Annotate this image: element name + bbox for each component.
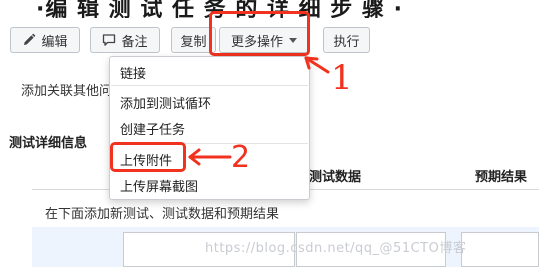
column-header-test-data: 测试数据 — [309, 170, 362, 185]
pencil-icon — [22, 33, 36, 47]
section-title: 测试详细信息 — [9, 136, 88, 151]
menu-item-create-subtask[interactable]: 创建子任务 — [120, 119, 185, 138]
menu-item-upload-screenshot[interactable]: 上传屏幕截图 — [120, 176, 198, 195]
annotation-marker-1: 1 — [331, 58, 353, 98]
edit-button[interactable]: 编辑 — [10, 27, 80, 53]
run-button-label: 执行 — [333, 34, 360, 50]
menu-item-link[interactable]: 链接 — [120, 63, 146, 82]
more-actions-highlight — [209, 11, 310, 56]
run-button[interactable]: 执行 — [323, 27, 370, 53]
expected-result-input[interactable] — [461, 232, 539, 267]
menu-separator — [111, 85, 308, 86]
annotation-marker-2: 2 — [231, 140, 251, 175]
watermark: https://blog.csdn.net/qq_@51CTO博客 — [205, 241, 467, 256]
add-related-issue-link[interactable]: 添加关联其他问题 — [21, 80, 111, 99]
copy-button-label: 复制 — [180, 34, 207, 50]
add-test-instruction: 在下面添加新测试、测试数据和预期结果 — [45, 207, 280, 222]
edit-button-label: 编辑 — [41, 34, 68, 50]
menu-item-add-to-test-cycle[interactable]: 添加到测试循环 — [120, 93, 211, 112]
annotation-arrow-2 — [188, 148, 232, 166]
comment-button[interactable]: 备注 — [90, 27, 160, 53]
speech-bubble-icon — [102, 33, 116, 47]
column-header-expected-result: 预期结果 — [475, 170, 528, 185]
comment-button-label: 备注 — [121, 34, 148, 50]
upload-attachment-highlight — [110, 142, 186, 172]
more-actions-dropdown: 链接 添加到测试循环 创建子任务 上传附件 上传屏幕截图 — [109, 56, 310, 200]
